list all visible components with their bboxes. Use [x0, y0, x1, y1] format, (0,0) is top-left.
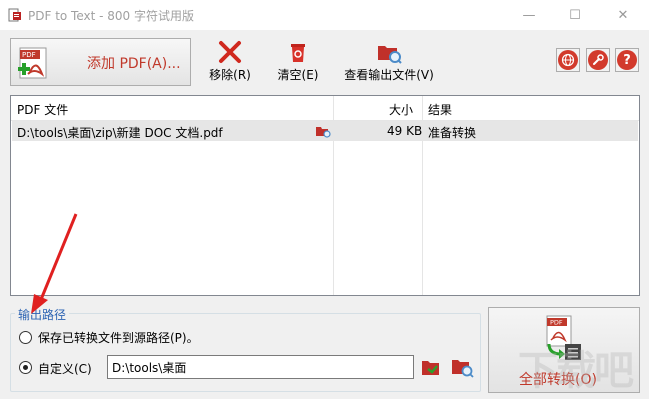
file-list[interactable]: PDF 文件 大小 结果 D:\tools\桌面\zip\新建 DOC 文档.p…	[10, 95, 640, 296]
settings-button[interactable]	[586, 48, 610, 72]
recycle-bin-icon	[291, 44, 305, 62]
save-to-source-label[interactable]: 保存已转换文件到源路径(P)。	[38, 329, 199, 346]
column-header-file[interactable]: PDF 文件	[17, 101, 68, 118]
custom-path-input[interactable]	[107, 355, 414, 379]
output-path-group	[10, 313, 481, 392]
file-list-header: PDF 文件 大小 结果	[11, 96, 639, 121]
view-output-label: 查看输出文件(V)	[344, 68, 434, 82]
help-glyph: ?	[623, 52, 631, 68]
help-icon: ?	[617, 50, 637, 70]
column-header-size[interactable]: 大小	[389, 101, 413, 118]
svg-text:PDF: PDF	[550, 319, 563, 327]
custom-path-label[interactable]: 自定义(C)	[38, 360, 92, 377]
annotation-arrow	[31, 213, 78, 314]
custom-path-radio[interactable]	[19, 361, 32, 374]
watermark: 下载吧	[518, 348, 634, 394]
svg-text:PDF: PDF	[22, 51, 36, 59]
browse-folder-icon[interactable]	[420, 357, 442, 377]
column-header-result[interactable]: 结果	[428, 101, 452, 118]
view-output-button[interactable]: 查看输出文件(V)	[340, 40, 438, 83]
save-to-source-radio[interactable]	[19, 331, 32, 344]
file-path-cell: D:\tools\桌面\zip\新建 DOC 文档.pdf	[17, 126, 223, 140]
title-bar: PDF to Text - 800 字符试用版 — ☐ ✕	[0, 0, 649, 30]
remove-button[interactable]: 移除(R)	[207, 40, 253, 83]
clear-label: 清空(E)	[277, 68, 319, 82]
file-size-cell: 49 KB	[387, 124, 423, 138]
add-pdf-icon: PDF	[18, 47, 47, 79]
add-pdf-button[interactable]: PDF 添加 PDF(A)...	[10, 38, 191, 86]
globe-icon	[558, 50, 578, 70]
close-button[interactable]: ✕	[600, 0, 646, 30]
table-row[interactable]: D:\tools\桌面\zip\新建 DOC 文档.pdf 49 KB 准备转换	[12, 121, 638, 141]
maximize-button[interactable]: ☐	[552, 0, 598, 30]
help-button[interactable]: ?	[615, 48, 639, 72]
web-button[interactable]	[556, 48, 580, 72]
result-cell: 准备转换	[428, 126, 477, 140]
open-file-folder-icon[interactable]	[315, 124, 331, 138]
view-folder-icon	[378, 46, 402, 64]
remove-label: 移除(R)	[209, 68, 251, 82]
open-output-folder-icon[interactable]	[450, 356, 474, 378]
clear-button[interactable]: 清空(E)	[275, 40, 321, 83]
app-icon	[8, 8, 21, 22]
window-title: PDF to Text - 800 字符试用版	[28, 9, 195, 23]
remove-icon	[219, 41, 241, 63]
minimize-button[interactable]: —	[506, 0, 552, 30]
wrench-icon	[588, 50, 608, 70]
add-pdf-label: 添加 PDF(A)...	[87, 56, 181, 72]
